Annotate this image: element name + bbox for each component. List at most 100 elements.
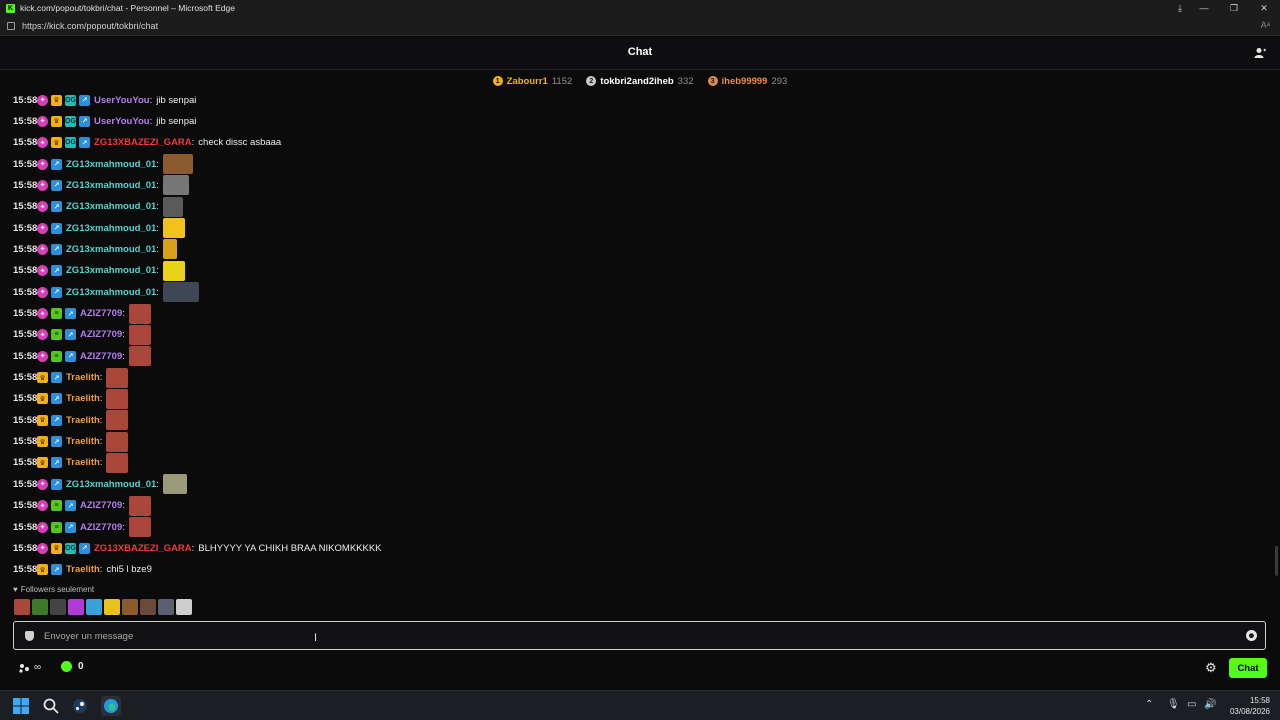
sub-badge-icon[interactable]: ✦	[37, 222, 48, 234]
emote-image[interactable]	[162, 260, 185, 281]
kicks-balance[interactable]: 0	[61, 661, 84, 672]
verified-badge-icon[interactable]: ↗	[65, 521, 76, 533]
chat-message[interactable]: 15:58 ✦ ↗ ZG13xmahmoud_01:	[13, 282, 199, 303]
message-username[interactable]: AZIZ7709	[80, 351, 122, 362]
emote-image[interactable]	[106, 410, 129, 431]
emote-image[interactable]	[162, 474, 187, 495]
leaderboard-entry[interactable]: 1 Zabourr1 1152	[492, 76, 572, 87]
verified-badge-icon[interactable]: ↗	[65, 329, 76, 341]
quick-emote[interactable]	[122, 599, 138, 615]
message-username[interactable]: Traelith	[66, 393, 100, 404]
emote-image[interactable]	[106, 367, 129, 388]
sub-badge-icon[interactable]: ✦	[37, 500, 48, 512]
verified-badge-icon[interactable]: ↗	[79, 94, 90, 106]
verified-badge-icon[interactable]: ↗	[65, 500, 76, 512]
restore-button[interactable]: ❐	[1220, 0, 1248, 16]
verified-badge-icon[interactable]: ↗	[79, 115, 90, 127]
emote-image[interactable]	[128, 495, 151, 516]
verified-badge-icon[interactable]: ↗	[51, 393, 62, 405]
verified-badge-icon[interactable]: ↗	[51, 201, 62, 213]
steam-icon[interactable]	[71, 697, 89, 715]
verified-badge-icon[interactable]: ↗	[51, 414, 62, 426]
sub-badge-icon[interactable]: ✦	[37, 350, 48, 362]
leaderboard-user[interactable]: Zabourr1	[507, 76, 548, 87]
sub-badge-icon[interactable]: ✦	[37, 478, 48, 490]
verified-badge-icon[interactable]: ↗	[65, 308, 76, 319]
message-username[interactable]: ZG13XBAZEZI_GARA	[94, 543, 192, 554]
user-list-icon[interactable]	[1254, 47, 1266, 59]
chat-message[interactable]: 15:58 ✦ ↗ ZG13xmahmoud_01:	[13, 196, 183, 217]
verified-badge-icon[interactable]: ↗	[79, 542, 90, 554]
send-chat-button[interactable]: Chat	[1229, 658, 1267, 678]
message-username[interactable]: Traelith	[66, 457, 100, 468]
emote-image[interactable]	[106, 431, 129, 452]
chat-message[interactable]: 15:58 ✦ ♛ OG ↗ UserYouYou: jib senpai	[13, 90, 196, 110]
green-badge-icon[interactable]: ≡	[51, 329, 62, 341]
chat-message[interactable]: 15:58 ✦ ↗ ZG13xmahmoud_01:	[13, 474, 187, 495]
verified-badge-icon[interactable]: ↗	[51, 222, 62, 234]
chat-message[interactable]: 15:58 ♛ ↗ Traelith: chi5 l bze9	[13, 560, 152, 580]
sub-badge-icon[interactable]: ✦	[37, 137, 48, 149]
message-username[interactable]: ZG13xmahmoud_01	[66, 479, 156, 490]
quick-emote[interactable]	[104, 599, 120, 615]
message-username[interactable]: UserYouYou	[94, 95, 150, 106]
chat-message[interactable]: 15:58 ✦ ↗ ZG13xmahmoud_01:	[13, 154, 193, 175]
sub-badge-icon[interactable]: ✦	[37, 201, 48, 213]
verified-badge-icon[interactable]: ↗	[79, 137, 90, 149]
message-username[interactable]: Traelith	[66, 564, 100, 575]
sub-badge-icon[interactable]: ✦	[37, 243, 48, 255]
crown-badge-icon[interactable]: ♛	[37, 564, 48, 576]
crown-badge-icon[interactable]: ♛	[51, 137, 62, 149]
og-badge-icon[interactable]: OG	[65, 542, 76, 554]
close-window-button[interactable]: ✕	[1250, 0, 1278, 16]
crown-badge-icon[interactable]: ♛	[51, 115, 62, 127]
volume-icon[interactable]: 🔊	[1204, 699, 1216, 710]
og-badge-icon[interactable]: OG	[65, 137, 76, 149]
message-username[interactable]: ZG13xmahmoud_01	[66, 244, 156, 255]
message-username[interactable]: AZIZ7709	[80, 500, 122, 511]
verified-badge-icon[interactable]: ↗	[51, 457, 62, 469]
message-username[interactable]: ZG13XBAZEZI_GARA	[94, 137, 192, 148]
crown-badge-icon[interactable]: ♛	[51, 94, 62, 106]
crown-badge-icon[interactable]: ♛	[51, 542, 62, 554]
chat-message[interactable]: 15:58 ✦ ↗ ZG13xmahmoud_01:	[13, 239, 177, 260]
emote-image[interactable]	[162, 175, 189, 196]
verified-badge-icon[interactable]: ↗	[65, 350, 76, 362]
url-text[interactable]: https://kick.com/popout/tokbri/chat	[22, 21, 158, 31]
chat-message[interactable]: 15:58 ✦ ♛ OG ↗ UserYouYou: jib senpai	[13, 111, 196, 131]
message-input-box[interactable]: ☻	[13, 621, 1266, 650]
green-badge-icon[interactable]: ≡	[51, 308, 62, 319]
message-username[interactable]: UserYouYou	[94, 116, 150, 127]
emote-image[interactable]	[162, 282, 199, 303]
message-username[interactable]: ZG13xmahmoud_01	[66, 159, 156, 170]
sub-badge-icon[interactable]: ✦	[37, 286, 48, 298]
microphone-icon[interactable]: 🎙	[1167, 699, 1180, 710]
sub-badge-icon[interactable]: ✦	[37, 542, 48, 554]
leaderboard-user[interactable]: iheb99999	[722, 76, 768, 87]
chat-message[interactable]: 15:58 ♛ ↗ Traelith:	[13, 388, 129, 409]
quick-emote[interactable]	[68, 599, 84, 615]
emoji-picker-icon[interactable]: ☻	[1246, 630, 1257, 641]
chat-message[interactable]: 15:58 ✦ ↗ ZG13xmahmoud_01:	[13, 175, 189, 196]
emote-image[interactable]	[106, 452, 129, 473]
verified-badge-icon[interactable]: ↗	[51, 243, 62, 255]
sub-badge-icon[interactable]: ✦	[37, 521, 48, 533]
search-icon[interactable]	[42, 697, 60, 715]
emote-image[interactable]	[162, 218, 185, 239]
address-bar[interactable]: https://kick.com/popout/tokbri/chat Aᵃ	[0, 16, 1280, 36]
quick-emote[interactable]	[140, 599, 156, 615]
chat-message[interactable]: 15:58 ✦ ≡ ↗ AZIZ7709:	[13, 517, 151, 537]
sub-badge-icon[interactable]: ✦	[37, 265, 48, 277]
quick-emote[interactable]	[86, 599, 102, 615]
chat-message[interactable]: 15:58 ✦ ≡ ↗ AZIZ7709:	[13, 346, 151, 367]
network-icon[interactable]: ▭	[1187, 699, 1196, 710]
message-username[interactable]: Traelith	[66, 436, 100, 447]
verified-badge-icon[interactable]: ↗	[51, 372, 62, 384]
emote-image[interactable]	[162, 196, 183, 217]
chat-message[interactable]: 15:58 ♛ ↗ Traelith:	[13, 452, 129, 473]
chat-message[interactable]: 15:58 ✦ ≡ ↗ AZIZ7709:	[13, 495, 151, 516]
leaderboard-user[interactable]: tokbri2and2iheb	[600, 76, 673, 87]
sub-badge-icon[interactable]: ✦	[37, 158, 48, 170]
emote-image[interactable]	[128, 346, 151, 367]
sub-badge-icon[interactable]: ✦	[37, 94, 48, 106]
